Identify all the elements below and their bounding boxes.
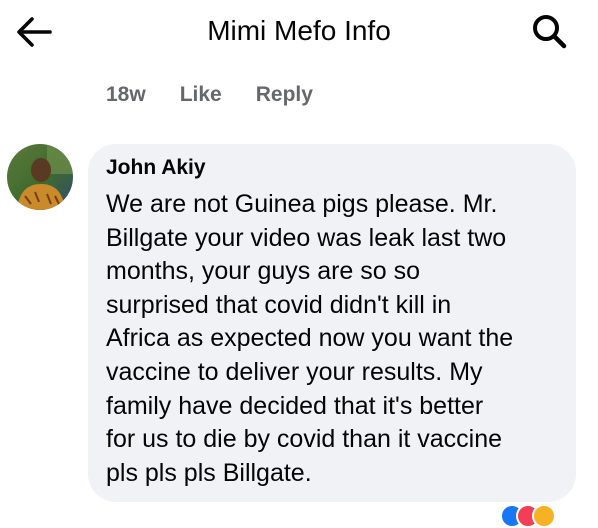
comment-line: pls pls pls Billgate.	[106, 458, 312, 487]
comment-line: Africa as expected now you want the	[106, 324, 514, 353]
comment-line: family have decided that it's better	[106, 391, 484, 420]
comment-line: vaccine to deliver your results. My	[106, 357, 483, 386]
haha-reaction-icon	[532, 504, 556, 528]
page-title: Mimi Mefo Info	[207, 15, 391, 46]
avatar[interactable]	[7, 144, 73, 210]
comment-line: months, your guys are so so	[106, 257, 421, 286]
comment-line: surprised that covid didn't kill in	[106, 290, 452, 319]
search-icon[interactable]	[530, 12, 570, 52]
comment-body: We are not Guinea pigs please. Mr. Billg…	[106, 188, 566, 490]
reply-button[interactable]: Reply	[256, 83, 313, 107]
top-bar: Mimi Mefo Info	[0, 0, 598, 64]
comment-author-name[interactable]: John Akiy	[106, 155, 206, 181]
like-button[interactable]: Like	[180, 83, 222, 107]
reaction-summary[interactable]	[500, 504, 580, 528]
comment-timestamp: 18w	[106, 83, 146, 106]
comment-line: for us to die by covid than it vaccine	[106, 425, 503, 454]
comment-line: Billgate your video was leak last two	[106, 223, 507, 252]
comment-action-row: 18w Like Reply	[106, 80, 313, 110]
comment-line: We are not Guinea pigs please. Mr.	[106, 190, 498, 218]
